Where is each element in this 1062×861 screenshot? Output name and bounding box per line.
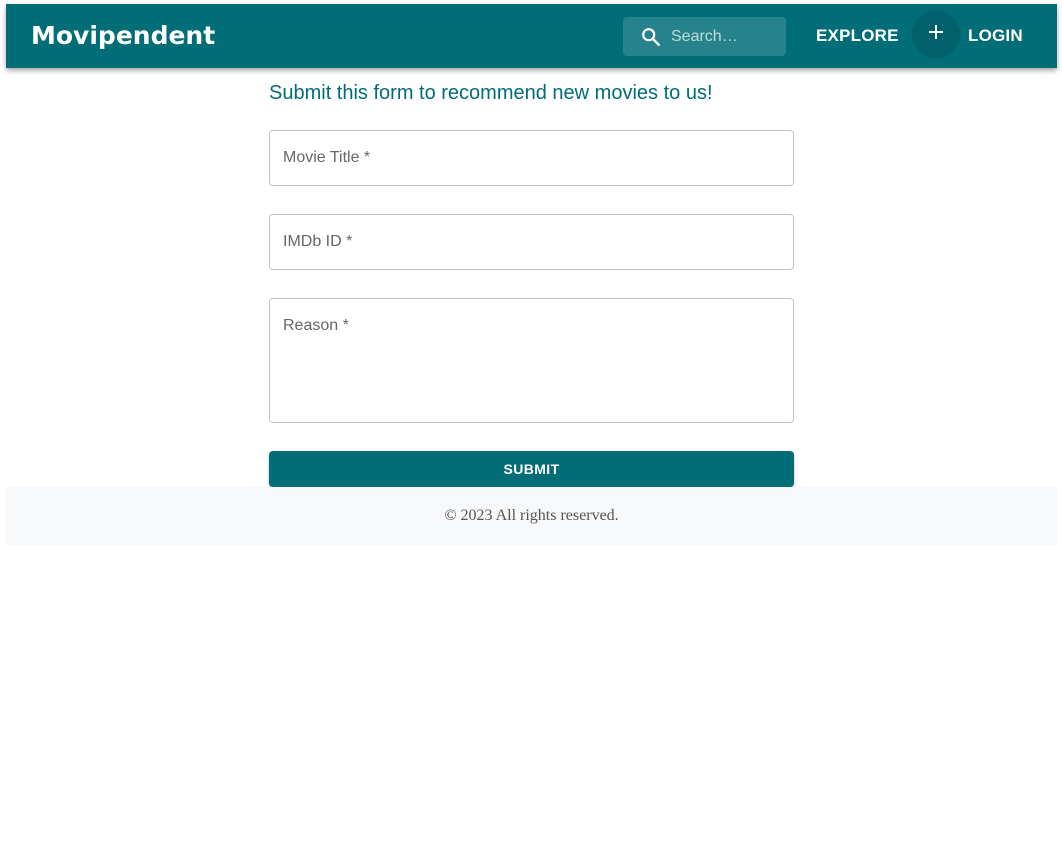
reason-field[interactable]: Reason * (269, 298, 794, 423)
copyright-text: © 2023 All rights reserved. (444, 507, 619, 524)
nav-login-link[interactable]: LOGIN (968, 22, 1023, 50)
search-input[interactable] (671, 17, 781, 56)
imdb-id-field[interactable]: IMDb ID * (269, 214, 794, 270)
add-movie-button[interactable] (912, 10, 960, 58)
brand-logo[interactable]: Movipendent (31, 18, 215, 54)
search-box[interactable] (623, 17, 786, 56)
plus-icon (929, 25, 943, 39)
imdb-id-label: IMDb ID * (283, 233, 353, 250)
nav-explore-link[interactable]: EXPLORE (816, 22, 899, 50)
footer: © 2023 All rights reserved. (6, 487, 1057, 545)
reason-label: Reason * (283, 317, 349, 334)
submit-button[interactable]: SUBMIT (269, 451, 794, 487)
search-icon (640, 26, 662, 48)
movie-title-label: Movie Title * (283, 149, 371, 166)
movie-title-field[interactable]: Movie Title * (269, 130, 794, 186)
app-bar: Movipendent EXPLORE LOGIN (6, 4, 1057, 68)
form-heading: Submit this form to recommend new movies… (269, 82, 713, 104)
